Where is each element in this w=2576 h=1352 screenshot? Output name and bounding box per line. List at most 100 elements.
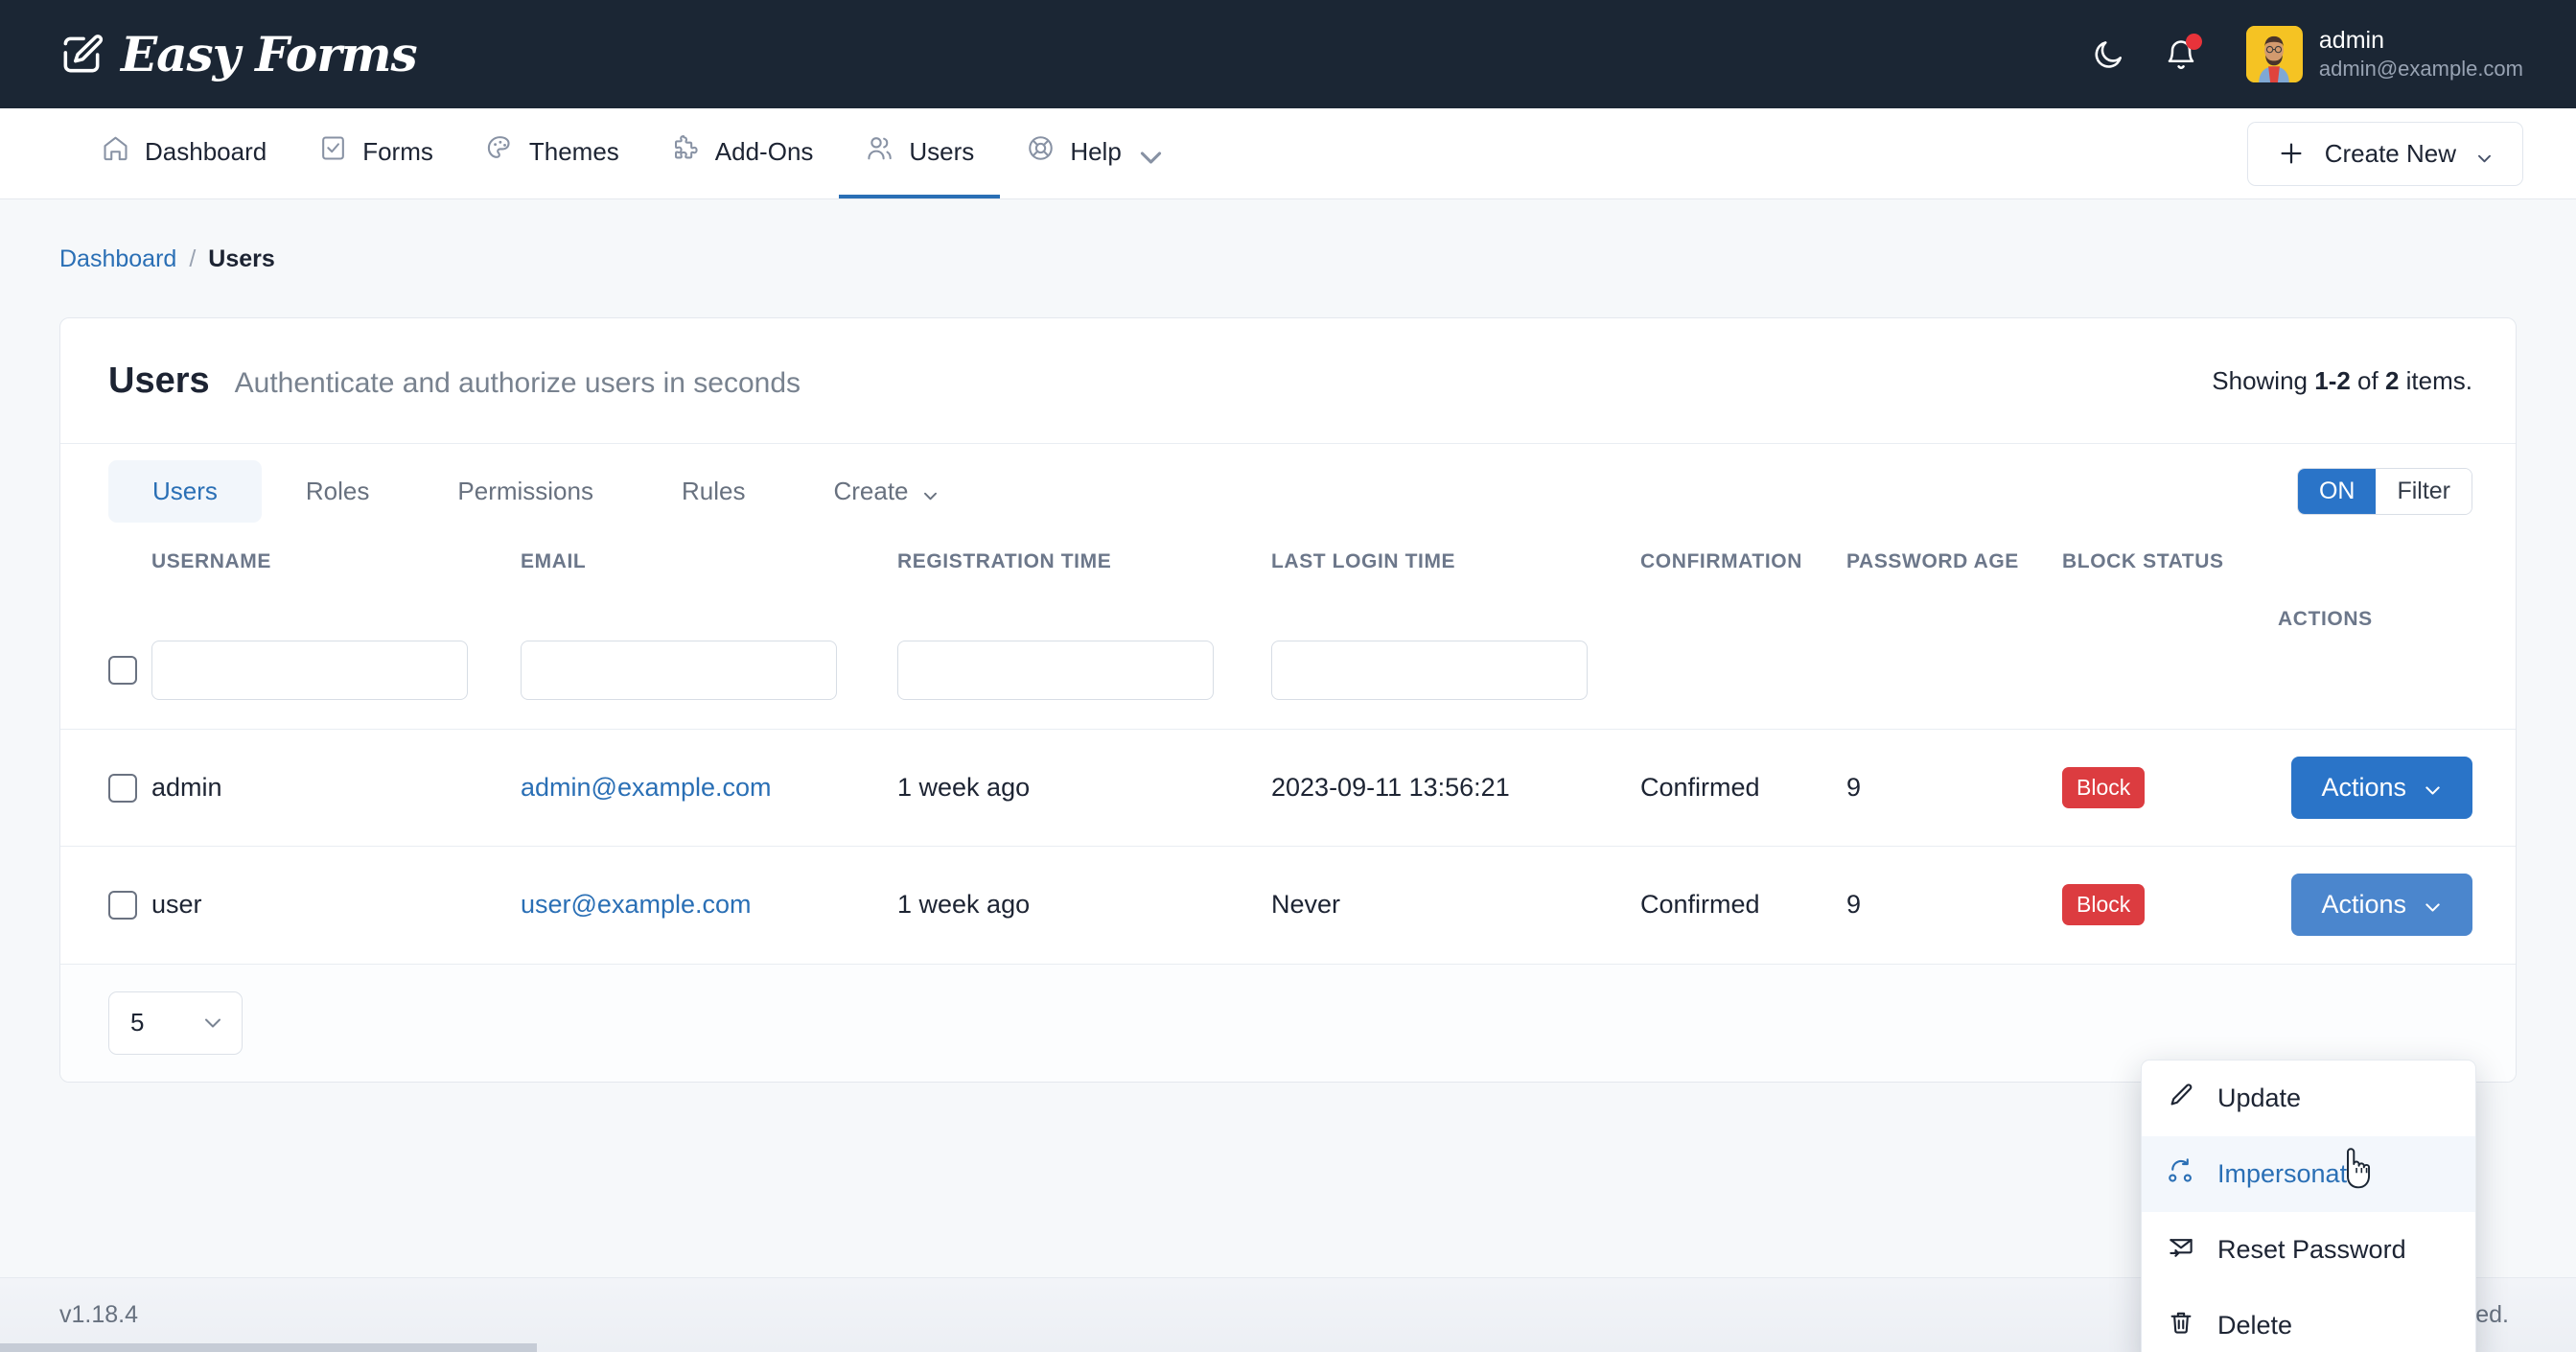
column-confirmation[interactable]: CONFIRMATION bbox=[1640, 539, 1846, 641]
table-row: user user@example.com 1 week ago Never C… bbox=[60, 846, 2516, 964]
tab-label: Create bbox=[833, 477, 909, 505]
row-checkbox[interactable] bbox=[108, 890, 137, 920]
actions-button-label: Actions bbox=[2321, 890, 2406, 920]
dark-mode-toggle[interactable] bbox=[2089, 35, 2127, 74]
row-select-cell bbox=[60, 730, 151, 847]
chevron-down-icon bbox=[2475, 145, 2494, 163]
column-registration-time[interactable]: REGISTRATION TIME bbox=[897, 539, 1271, 641]
column-actions-label: ACTIONS bbox=[2278, 608, 2373, 630]
create-new-button[interactable]: Create New bbox=[2246, 121, 2523, 186]
user-name: admin bbox=[2318, 27, 2384, 55]
cell-actions: Actions bbox=[2278, 730, 2516, 847]
menu-item-reset-password[interactable]: Reset Password bbox=[2142, 1212, 2475, 1288]
tab-label: Users bbox=[152, 477, 218, 505]
cell-email: admin@example.com bbox=[521, 730, 897, 847]
nav-item-forms[interactable]: Forms bbox=[292, 108, 459, 198]
actions-button-label: Actions bbox=[2321, 773, 2406, 802]
top-header-actions: admin admin@example.com bbox=[2089, 26, 2523, 82]
menu-item-label: Update bbox=[2217, 1084, 2302, 1112]
filter-input-email[interactable] bbox=[521, 641, 837, 700]
nav-item-help[interactable]: Help bbox=[1000, 108, 1179, 198]
pencil-square-icon bbox=[58, 31, 105, 79]
users-table: USERNAME EMAIL REGISTRATION TIME LAST LO… bbox=[60, 539, 2516, 964]
column-password-age[interactable]: PASSWORD AGE bbox=[1846, 539, 2062, 641]
tab-create[interactable]: Create bbox=[789, 460, 983, 523]
app-version: v1.18.4 bbox=[59, 1301, 139, 1328]
actions-button[interactable]: Actions bbox=[2291, 757, 2472, 819]
column-block-status[interactable]: BLOCK STATUS bbox=[2062, 539, 2278, 641]
cell-last-login-time: 2023-09-11 13:56:21 bbox=[1271, 773, 1510, 802]
nav-item-themes[interactable]: Themes bbox=[459, 108, 645, 198]
actions-button[interactable]: Actions bbox=[2291, 874, 2472, 937]
column-last-login-time[interactable]: LAST LOGIN TIME bbox=[1271, 539, 1640, 641]
menu-item-impersonate[interactable]: Impersonate bbox=[2142, 1136, 2475, 1212]
cell-actions: Actions bbox=[2278, 847, 2516, 964]
menu-item-label: Impersonate bbox=[2217, 1159, 2362, 1188]
cell-block-status: Block bbox=[2062, 730, 2278, 847]
filter-cell-actions bbox=[2278, 641, 2516, 730]
breadcrumb-dashboard[interactable]: Dashboard bbox=[59, 245, 176, 273]
chevron-down-icon bbox=[2423, 895, 2443, 915]
brand-name: Easy Forms bbox=[121, 26, 418, 82]
select-all-checkbox[interactable] bbox=[108, 656, 137, 685]
tab-label: Rules bbox=[681, 477, 746, 505]
filter-cell-last-login-time bbox=[1271, 641, 1640, 730]
filter-cell-email bbox=[521, 641, 897, 730]
page-size-value: 5 bbox=[130, 1008, 145, 1037]
user-menu[interactable]: admin admin@example.com bbox=[2245, 26, 2523, 82]
tab-label: Permissions bbox=[457, 477, 593, 505]
nav-item-dashboard[interactable]: Dashboard bbox=[75, 108, 292, 198]
filter-cell-confirmation bbox=[1640, 641, 1846, 730]
showing-prefix: Showing bbox=[2212, 366, 2315, 395]
tab-rules[interactable]: Rules bbox=[638, 460, 789, 523]
filter-input-username[interactable] bbox=[151, 641, 468, 700]
block-button[interactable]: Block bbox=[2062, 767, 2146, 808]
filter-input-registration-time[interactable] bbox=[897, 641, 1214, 700]
brand-logo[interactable]: Easy Forms bbox=[58, 26, 418, 82]
block-button[interactable]: Block bbox=[2062, 884, 2146, 926]
plus-icon bbox=[2277, 139, 2306, 168]
cell-block-status: Block bbox=[2062, 847, 2278, 964]
notification-badge-dot bbox=[2185, 33, 2202, 50]
menu-item-label: Reset Password bbox=[2217, 1235, 2406, 1264]
chevron-down-icon bbox=[1136, 143, 1161, 164]
notifications-bell-icon[interactable] bbox=[2162, 33, 2202, 74]
email-link[interactable]: user@example.com bbox=[521, 890, 752, 919]
filter-input-last-login-time[interactable] bbox=[1271, 641, 1588, 700]
chevron-down-icon bbox=[2423, 778, 2443, 798]
cell-password-age: 9 bbox=[1846, 773, 1862, 802]
lifebuoy-icon bbox=[1026, 133, 1056, 170]
puzzle-icon bbox=[671, 133, 701, 170]
column-email[interactable]: EMAIL bbox=[521, 539, 897, 641]
card-header: Users Authenticate and authorize users i… bbox=[60, 318, 2516, 444]
filter-cell-password-age bbox=[1846, 641, 2062, 730]
nav-label: Forms bbox=[362, 136, 433, 166]
breadcrumb-current: Users bbox=[208, 245, 275, 272]
chevron-down-icon bbox=[201, 1012, 224, 1035]
menu-item-update[interactable]: Update bbox=[2142, 1061, 2475, 1136]
row-select-cell bbox=[60, 847, 151, 964]
tab-users[interactable]: Users bbox=[108, 460, 262, 523]
main-navigation: Dashboard Forms Themes Add-Ons Users Hel… bbox=[0, 108, 2576, 199]
palette-icon bbox=[485, 133, 515, 170]
row-checkbox[interactable] bbox=[108, 773, 137, 803]
tabs-row: Users Roles Permissions Rules Create ON … bbox=[60, 444, 2516, 539]
tab-permissions[interactable]: Permissions bbox=[413, 460, 638, 523]
column-username[interactable]: USERNAME bbox=[151, 539, 521, 641]
create-new-label: Create New bbox=[2324, 138, 2456, 168]
page-size-select[interactable]: 5 bbox=[108, 991, 243, 1055]
menu-item-delete[interactable]: Delete bbox=[2142, 1288, 2475, 1352]
filter-label: Filter bbox=[2376, 469, 2472, 514]
nav-item-add-ons[interactable]: Add-Ons bbox=[645, 108, 840, 198]
nav-label: Add-Ons bbox=[714, 136, 814, 166]
table-head: USERNAME EMAIL REGISTRATION TIME LAST LO… bbox=[60, 539, 2516, 730]
nav-item-users[interactable]: Users bbox=[839, 108, 1001, 198]
tab-roles[interactable]: Roles bbox=[262, 460, 413, 523]
filter-toggle[interactable]: ON Filter bbox=[2296, 468, 2472, 515]
cell-confirmation: Confirmed bbox=[1640, 773, 1760, 802]
avatar bbox=[2245, 26, 2303, 82]
nav-label: Themes bbox=[528, 136, 619, 166]
email-link[interactable]: admin@example.com bbox=[521, 773, 772, 802]
actions-dropdown-menu: Update Impersonate Reset Password Delete bbox=[2141, 1060, 2476, 1352]
trash-icon bbox=[2167, 1308, 2195, 1343]
